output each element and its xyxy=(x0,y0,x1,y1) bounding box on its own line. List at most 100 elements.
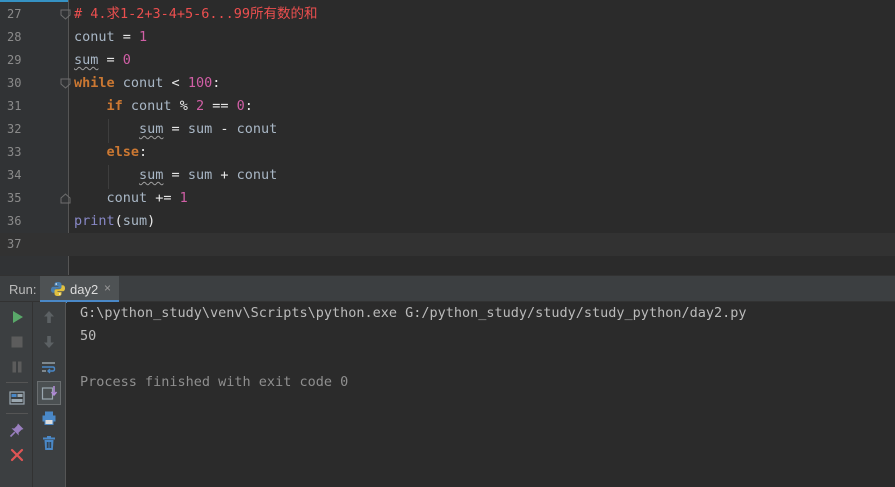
trash-icon[interactable] xyxy=(38,432,60,454)
code-line[interactable]: 27 # 4.求1-2+3-4+5-6...99所有数的和 xyxy=(0,3,895,26)
code-token: sum xyxy=(139,121,164,137)
fold-marker-icon[interactable] xyxy=(60,9,71,20)
code-token: conut xyxy=(122,98,180,114)
line-number: 27 xyxy=(7,7,22,21)
code-token: 0 xyxy=(122,52,131,68)
code-token: sum xyxy=(122,213,148,229)
fold-marker-icon[interactable] xyxy=(60,78,71,89)
code-line[interactable]: 31 if conut % 2 == 0: xyxy=(0,95,895,118)
code-text: print(sum) xyxy=(74,212,155,231)
indent-guide-while xyxy=(75,96,76,229)
code-line[interactable]: 28 conut = 1 xyxy=(0,26,895,49)
line-number: 34 xyxy=(7,168,22,182)
code-token: if xyxy=(106,98,123,114)
run-label: Run: xyxy=(9,282,37,297)
code-line[interactable]: 33 else: xyxy=(0,141,895,164)
line-number: 36 xyxy=(7,214,22,228)
code-text: else: xyxy=(74,143,148,162)
code-token: % xyxy=(179,98,188,114)
code-token: sum xyxy=(187,121,213,137)
code-text: conut = 1 xyxy=(74,28,147,47)
run-header: Run: day2 × xyxy=(0,275,895,303)
down-icon[interactable] xyxy=(38,331,60,353)
scroll-to-end-icon[interactable] xyxy=(37,381,61,405)
code-token: 100 xyxy=(187,75,213,91)
code-text: if conut % 2 == 0: xyxy=(74,97,253,116)
layout-icon[interactable] xyxy=(6,387,28,409)
fold-marker-icon[interactable] xyxy=(60,193,71,204)
code-token: conut xyxy=(236,167,278,183)
code-line[interactable]: 32 sum = sum - conut xyxy=(0,118,895,141)
code-text: sum = sum - conut xyxy=(74,120,277,139)
code-line[interactable]: 35 conut += 1 xyxy=(0,187,895,210)
print-icon[interactable] xyxy=(38,407,60,429)
editor-tab-accent xyxy=(0,0,68,2)
run-toolbar-secondary xyxy=(33,302,66,487)
up-icon[interactable] xyxy=(38,306,60,328)
code-token: else xyxy=(106,144,140,160)
code-token: sum xyxy=(139,167,164,183)
line-number: 37 xyxy=(7,237,22,251)
code-token: = xyxy=(163,121,188,137)
run-tab-label: day2 xyxy=(70,282,99,297)
code-line[interactable]: 29 sum = 0 xyxy=(0,49,895,72)
console-exit-message: Process finished with exit code 0 xyxy=(80,374,349,390)
code-line[interactable]: 34 sum = sum + conut xyxy=(0,164,895,187)
console-command-line: G:\python_study\venv\Scripts\python.exe … xyxy=(80,305,747,321)
code-token: == xyxy=(204,98,237,114)
code-token: 0 xyxy=(236,98,245,114)
line-number: 30 xyxy=(7,76,22,90)
code-token: 1 xyxy=(179,190,188,206)
code-text: sum = 0 xyxy=(74,51,131,70)
code-token: ( xyxy=(114,213,123,229)
run-tab-day2[interactable]: day2 × xyxy=(40,276,119,303)
indent-guide-if xyxy=(108,119,109,143)
rerun-icon[interactable] xyxy=(6,306,28,328)
code-token: - xyxy=(212,121,237,137)
pause-icon[interactable] xyxy=(6,356,28,378)
code-token: + xyxy=(212,167,237,183)
code-token: = xyxy=(114,29,140,45)
run-toolbar-primary xyxy=(0,302,33,487)
close-icon[interactable] xyxy=(6,444,28,466)
code-token: < xyxy=(171,75,180,91)
code-token: sum xyxy=(74,52,99,68)
stop-icon[interactable] xyxy=(6,331,28,353)
pin-icon[interactable] xyxy=(6,419,28,441)
toolbar-separator xyxy=(6,413,28,414)
code-token: = xyxy=(98,52,123,68)
code-line[interactable]: 36 print(sum) xyxy=(0,210,895,233)
code-token: : xyxy=(244,98,253,114)
code-token: while xyxy=(74,75,115,91)
line-number: 33 xyxy=(7,145,22,159)
code-text: sum = sum + conut xyxy=(74,166,277,185)
code-line[interactable]: 30 while conut < 100: xyxy=(0,72,895,95)
code-token: sum xyxy=(187,167,213,183)
code-token: ) xyxy=(147,213,156,229)
soft-wrap-icon[interactable] xyxy=(38,356,60,378)
line-number: 28 xyxy=(7,30,22,44)
code-line[interactable]: 37 xyxy=(0,233,895,256)
code-token: = xyxy=(163,167,188,183)
line-number: 32 xyxy=(7,122,22,136)
code-text: # 4.求1-2+3-4+5-6...99所有数的和 xyxy=(74,5,318,24)
code-text: conut += 1 xyxy=(74,189,188,208)
run-tool-window: Run: day2 × G:\python_study\venv\Scripts… xyxy=(0,275,895,487)
code-token: print xyxy=(74,213,115,229)
code-editor[interactable]: 27 # 4.求1-2+3-4+5-6...99所有数的和 28 conut = 12… xyxy=(0,0,895,275)
code-token: : xyxy=(139,144,148,160)
console-output[interactable]: G:\python_study\venv\Scripts\python.exe … xyxy=(67,302,895,487)
line-number: 29 xyxy=(7,53,22,67)
code-token: : xyxy=(212,75,221,91)
code-token: conut xyxy=(114,75,172,91)
code-token: 1 xyxy=(139,29,148,45)
code-text: while conut < 100: xyxy=(74,74,220,93)
run-tab-close-icon[interactable]: × xyxy=(104,281,111,295)
indent-guide-else xyxy=(108,165,109,189)
